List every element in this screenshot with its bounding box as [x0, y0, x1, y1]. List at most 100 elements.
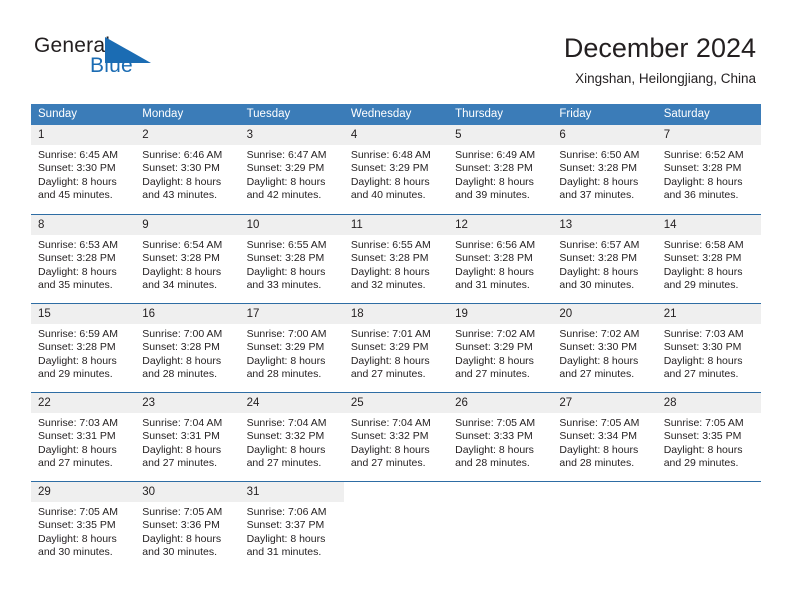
daylight-text-line2: and 39 minutes. — [455, 189, 530, 202]
daylight-text-line1: Daylight: 8 hours — [559, 265, 639, 278]
sunrise-text: Sunrise: 6:55 AM — [350, 239, 431, 251]
day-cell[interactable]: 4 Sunrise: 6:48 AM Sunset: 3:29 PM Dayli… — [343, 125, 449, 214]
calendar-week-row: 8 Sunrise: 6:53 AM Sunset: 3:28 PM Dayli… — [31, 214, 761, 303]
sunrise-text: Sunrise: 7:00 AM — [142, 328, 223, 340]
daylight-text-line2: and 28 minutes. — [559, 457, 635, 470]
day-cell[interactable]: 24 Sunrise: 7:04 AM Sunset: 3:32 PM Dayl… — [239, 393, 344, 481]
day-cell-empty — [552, 482, 656, 570]
daylight-text-line1: Daylight: 8 hours — [455, 443, 534, 456]
day-cell[interactable]: 16 Sunrise: 7:00 AM Sunset: 3:28 PM Dayl… — [135, 304, 240, 392]
weekday-thursday: Thursday — [455, 108, 504, 120]
page-subtitle: Xingshan, Heilongjiang, China — [575, 71, 756, 86]
daylight-text-line2: and 28 minutes. — [142, 368, 217, 381]
day-cell[interactable]: 15 Sunrise: 6:59 AM Sunset: 3:28 PM Dayl… — [31, 304, 136, 392]
day-cell[interactable]: 2 Sunrise: 6:46 AM Sunset: 3:30 PM Dayli… — [135, 125, 240, 214]
sunset-text: Sunset: 3:28 PM — [142, 341, 220, 354]
day-info: Sunrise: 6:57 AM Sunset: 3:28 PM Dayligh… — [552, 235, 656, 293]
daylight-text-line2: and 37 minutes. — [559, 189, 635, 202]
weekday-wednesday: Wednesday — [350, 108, 412, 120]
day-cell[interactable]: 20 Sunrise: 7:02 AM Sunset: 3:30 PM Dayl… — [552, 304, 657, 392]
day-info: Sunrise: 7:04 AM Sunset: 3:31 PM Dayligh… — [135, 413, 239, 471]
day-cell[interactable]: 19 Sunrise: 7:02 AM Sunset: 3:29 PM Dayl… — [448, 304, 553, 392]
day-number: 7 — [656, 125, 761, 145]
daylight-text-line2: and 32 minutes. — [350, 279, 426, 292]
day-cell[interactable]: 30 Sunrise: 7:05 AM Sunset: 3:36 PM Dayl… — [135, 482, 240, 570]
day-number: 24 — [239, 393, 344, 413]
daylight-text-line2: and 30 minutes. — [559, 279, 635, 292]
day-number: 26 — [448, 393, 553, 413]
sunrise-text: Sunrise: 7:02 AM — [559, 328, 640, 340]
day-info: Sunrise: 7:05 AM Sunset: 3:35 PM Dayligh… — [657, 413, 761, 471]
day-cell[interactable]: 13 Sunrise: 6:57 AM Sunset: 3:28 PM Dayl… — [552, 215, 657, 303]
day-number: 2 — [135, 125, 240, 145]
day-cell[interactable]: 12 Sunrise: 6:56 AM Sunset: 3:28 PM Dayl… — [448, 215, 553, 303]
calendar-grid: Sunday Monday Tuesday Wednesday Thursday… — [31, 104, 761, 570]
sunrise-text: Sunrise: 7:05 AM — [559, 417, 640, 429]
daylight-text-line1: Daylight: 8 hours — [350, 265, 430, 278]
weekday-friday: Friday — [559, 108, 592, 120]
calendar-week-row: 29 Sunrise: 7:05 AM Sunset: 3:35 PM Dayl… — [31, 481, 761, 570]
daylight-text-line1: Daylight: 8 hours — [663, 443, 743, 456]
day-cell[interactable]: 7 Sunrise: 6:52 AM Sunset: 3:28 PM Dayli… — [656, 125, 761, 214]
day-cell[interactable]: 10 Sunrise: 6:55 AM Sunset: 3:28 PM Dayl… — [239, 215, 344, 303]
calendar-week-row: 22 Sunrise: 7:03 AM Sunset: 3:31 PM Dayl… — [31, 392, 761, 481]
day-cell[interactable]: 11 Sunrise: 6:55 AM Sunset: 3:28 PM Dayl… — [343, 215, 449, 303]
day-info: Sunrise: 6:49 AM Sunset: 3:28 PM Dayligh… — [448, 145, 552, 203]
day-cell[interactable]: 14 Sunrise: 6:58 AM Sunset: 3:28 PM Dayl… — [656, 215, 761, 303]
day-cell[interactable]: 26 Sunrise: 7:05 AM Sunset: 3:33 PM Dayl… — [448, 393, 553, 481]
day-cell[interactable]: 31 Sunrise: 7:06 AM Sunset: 3:37 PM Dayl… — [239, 482, 344, 570]
sunrise-text: Sunrise: 7:01 AM — [350, 328, 431, 340]
day-info: Sunrise: 6:48 AM Sunset: 3:29 PM Dayligh… — [344, 145, 448, 203]
sunset-text: Sunset: 3:29 PM — [246, 341, 325, 354]
day-cell[interactable]: 1 Sunrise: 6:45 AM Sunset: 3:30 PM Dayli… — [31, 125, 136, 214]
day-number: 30 — [135, 482, 240, 502]
day-cell[interactable]: 25 Sunrise: 7:04 AM Sunset: 3:32 PM Dayl… — [343, 393, 449, 481]
day-number: 22 — [31, 393, 136, 413]
daylight-text-line2: and 34 minutes. — [142, 279, 217, 292]
day-info: Sunrise: 7:04 AM Sunset: 3:32 PM Dayligh… — [240, 413, 344, 471]
day-cell[interactable]: 23 Sunrise: 7:04 AM Sunset: 3:31 PM Dayl… — [135, 393, 240, 481]
day-cell[interactable]: 27 Sunrise: 7:05 AM Sunset: 3:34 PM Dayl… — [552, 393, 657, 481]
day-number: 6 — [552, 125, 657, 145]
day-info: Sunrise: 7:03 AM Sunset: 3:30 PM Dayligh… — [657, 324, 761, 382]
day-cell[interactable]: 6 Sunrise: 6:50 AM Sunset: 3:28 PM Dayli… — [552, 125, 657, 214]
day-cell[interactable]: 28 Sunrise: 7:05 AM Sunset: 3:35 PM Dayl… — [656, 393, 761, 481]
day-cell[interactable]: 5 Sunrise: 6:49 AM Sunset: 3:28 PM Dayli… — [448, 125, 553, 214]
day-cell[interactable]: 17 Sunrise: 7:00 AM Sunset: 3:29 PM Dayl… — [239, 304, 344, 392]
day-number: 17 — [239, 304, 344, 324]
daylight-text-line1: Daylight: 8 hours — [246, 532, 326, 545]
day-cell[interactable]: 9 Sunrise: 6:54 AM Sunset: 3:28 PM Dayli… — [135, 215, 240, 303]
daylight-text-line2: and 27 minutes. — [455, 368, 530, 381]
sunset-text: Sunset: 3:31 PM — [38, 430, 116, 443]
sunrise-text: Sunrise: 7:03 AM — [663, 328, 744, 340]
day-cell-empty — [657, 482, 761, 570]
sunrise-text: Sunrise: 6:57 AM — [559, 239, 640, 251]
day-cell[interactable]: 18 Sunrise: 7:01 AM Sunset: 3:29 PM Dayl… — [343, 304, 449, 392]
day-cell[interactable]: 22 Sunrise: 7:03 AM Sunset: 3:31 PM Dayl… — [31, 393, 136, 481]
day-number: 25 — [343, 393, 449, 413]
day-cell[interactable]: 3 Sunrise: 6:47 AM Sunset: 3:29 PM Dayli… — [239, 125, 344, 214]
day-cell[interactable]: 21 Sunrise: 7:03 AM Sunset: 3:30 PM Dayl… — [656, 304, 761, 392]
day-info: Sunrise: 7:03 AM Sunset: 3:31 PM Dayligh… — [31, 413, 135, 471]
sunset-text: Sunset: 3:35 PM — [38, 519, 116, 532]
day-number: 27 — [552, 393, 657, 413]
general-blue-logo[interactable]: General Blue — [34, 35, 184, 85]
daylight-text-line1: Daylight: 8 hours — [455, 175, 534, 188]
day-cell[interactable]: 8 Sunrise: 6:53 AM Sunset: 3:28 PM Dayli… — [31, 215, 136, 303]
day-info: Sunrise: 6:58 AM Sunset: 3:28 PM Dayligh… — [657, 235, 761, 293]
day-info: Sunrise: 7:04 AM Sunset: 3:32 PM Dayligh… — [344, 413, 448, 471]
daylight-text-line1: Daylight: 8 hours — [663, 354, 743, 367]
daylight-text-line2: and 27 minutes. — [142, 457, 217, 470]
sunrise-text: Sunrise: 6:56 AM — [455, 239, 536, 251]
sunrise-text: Sunrise: 7:05 AM — [38, 506, 118, 518]
daylight-text-line2: and 30 minutes. — [142, 546, 217, 559]
day-cell[interactable]: 29 Sunrise: 7:05 AM Sunset: 3:35 PM Dayl… — [31, 482, 136, 570]
day-number: 18 — [343, 304, 449, 324]
sunset-text: Sunset: 3:30 PM — [663, 341, 742, 354]
day-number: 9 — [135, 215, 240, 235]
sunset-text: Sunset: 3:28 PM — [38, 252, 116, 265]
calendar-week-row: 1 Sunrise: 6:45 AM Sunset: 3:30 PM Dayli… — [31, 125, 761, 214]
sunset-text: Sunset: 3:28 PM — [663, 252, 742, 265]
day-info: Sunrise: 7:05 AM Sunset: 3:33 PM Dayligh… — [448, 413, 552, 471]
daylight-text-line2: and 35 minutes. — [38, 279, 113, 292]
